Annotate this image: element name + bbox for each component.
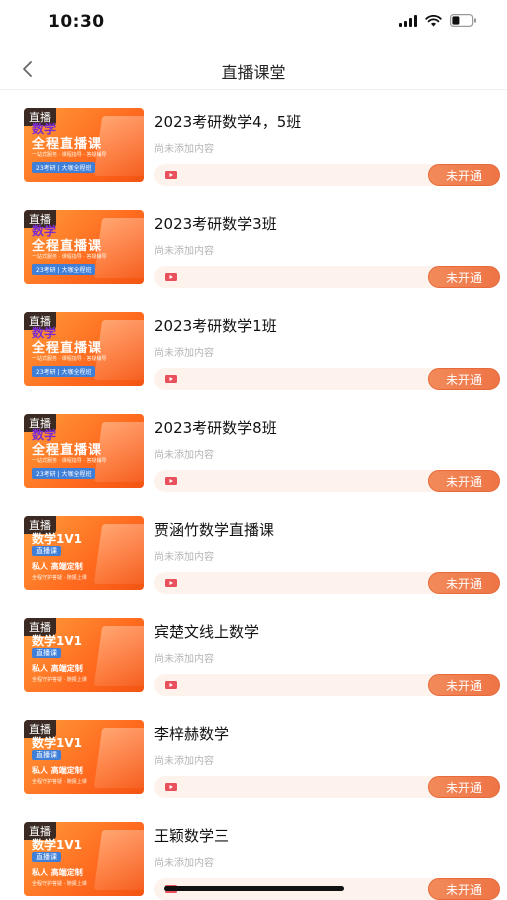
thumbnail-decoration — [93, 728, 144, 788]
course-subtitle: 尚未添加内容 — [154, 348, 214, 359]
thumbnail-badge: 23考研 | 大咖全程班 — [32, 366, 96, 377]
course-subtitle: 尚未添加内容 — [154, 858, 214, 869]
course-title[interactable]: 贾涵竹数学直播课 — [154, 519, 274, 540]
thumbnail-badge: 直播课 — [32, 852, 61, 862]
course-status-bar: 未开通 — [154, 674, 500, 696]
course-status-bar: 未开通 — [154, 368, 500, 390]
not-activated-button[interactable]: 未开通 — [428, 368, 500, 390]
course-status-bar: 未开通 — [154, 470, 500, 492]
course-title[interactable]: 李梓赫数学 — [154, 723, 229, 744]
course-title[interactable]: 2023考研数学3班 — [154, 213, 277, 234]
course-thumbnail[interactable]: 直播 数学1V1 直播课 私人 高端定制 全程守护答疑 · 随报上课 — [24, 618, 144, 692]
cellular-signal-icon — [399, 14, 417, 27]
course-item[interactable]: 直播 数学 全程直播课 一站式服务 · 课程指导 · 答疑辅导 23考研 | 大… — [0, 100, 507, 202]
course-thumbnail[interactable]: 直播 数学1V1 直播课 私人 高端定制 全程守护答疑 · 随报上课 — [24, 822, 144, 896]
course-item[interactable]: 直播 数学1V1 直播课 私人 高端定制 全程守护答疑 · 随报上课 李梓赫数学… — [0, 712, 507, 814]
thumbnail-decoration — [93, 626, 144, 686]
not-activated-button[interactable]: 未开通 — [428, 878, 500, 900]
course-subtitle: 尚未添加内容 — [154, 552, 214, 563]
course-title[interactable]: 2023考研数学8班 — [154, 417, 277, 438]
not-activated-button[interactable]: 未开通 — [428, 470, 500, 492]
thumbnail-features: 一站式服务 · 课程指导 · 答疑辅导 — [32, 356, 107, 362]
thumbnail-features: 一站式服务 · 课程指导 · 答疑辅导 — [32, 254, 107, 260]
course-list: 直播 数学 全程直播课 一站式服务 · 课程指导 · 答疑辅导 23考研 | 大… — [0, 100, 507, 900]
course-thumbnail[interactable]: 直播 数学 全程直播课 一站式服务 · 课程指导 · 答疑辅导 23考研 | 大… — [24, 210, 144, 284]
course-status-bar: 未开通 — [154, 776, 500, 798]
thumbnail-subject: 数学1V1 — [32, 634, 82, 648]
thumbnail-badge: 直播课 — [32, 546, 61, 556]
course-status-bar: 未开通 — [154, 572, 500, 594]
course-item[interactable]: 直播 数学 全程直播课 一站式服务 · 课程指导 · 答疑辅导 23考研 | 大… — [0, 406, 507, 508]
course-title[interactable]: 宾楚文线上数学 — [154, 621, 259, 642]
course-item[interactable]: 直播 数学 全程直播课 一站式服务 · 课程指导 · 答疑辅导 23考研 | 大… — [0, 202, 507, 304]
course-subtitle: 尚未添加内容 — [154, 246, 214, 257]
course-status-bar: 未开通 — [154, 164, 500, 186]
thumbnail-badge: 23考研 | 大咖全程班 — [32, 162, 96, 173]
thumbnail-features: 全程守护答疑 · 随报上课 — [32, 677, 87, 683]
thumbnail-badge: 23考研 | 大咖全程班 — [32, 468, 96, 479]
thumbnail-headline: 私人 高端定制 — [32, 664, 83, 673]
video-icon — [165, 783, 177, 791]
thumbnail-features: 全程守护答疑 · 随报上课 — [32, 779, 87, 785]
course-status-bar: 未开通 — [154, 266, 500, 288]
course-subtitle: 尚未添加内容 — [154, 756, 214, 767]
thumbnail-headline: 全程直播课 — [32, 443, 103, 458]
thumbnail-headline: 全程直播课 — [32, 239, 103, 254]
not-activated-button[interactable]: 未开通 — [428, 572, 500, 594]
course-thumbnail[interactable]: 直播 数学1V1 直播课 私人 高端定制 全程守护答疑 · 随报上课 — [24, 720, 144, 794]
thumbnail-features: 全程守护答疑 · 随报上课 — [32, 575, 87, 581]
video-icon — [165, 375, 177, 383]
wifi-icon — [425, 14, 442, 27]
thumbnail-features: 一站式服务 · 课程指导 · 答疑辅导 — [32, 458, 107, 464]
course-title[interactable]: 王颖数学三 — [154, 825, 229, 846]
course-subtitle: 尚未添加内容 — [154, 654, 214, 665]
status-icons — [399, 14, 477, 27]
home-indicator[interactable] — [164, 886, 344, 891]
course-title[interactable]: 2023考研数学4，5班 — [154, 111, 301, 132]
course-thumbnail[interactable]: 直播 数学 全程直播课 一站式服务 · 课程指导 · 答疑辅导 23考研 | 大… — [24, 414, 144, 488]
video-icon — [165, 477, 177, 485]
navigation-bar: 直播课堂 — [0, 50, 507, 90]
thumbnail-decoration — [93, 524, 144, 584]
battery-icon — [450, 14, 477, 27]
page-title: 直播课堂 — [221, 63, 286, 82]
thumbnail-headline: 私人 高端定制 — [32, 562, 83, 571]
video-icon — [165, 579, 177, 587]
course-title[interactable]: 2023考研数学1班 — [154, 315, 277, 336]
course-thumbnail[interactable]: 直播 数学1V1 直播课 私人 高端定制 全程守护答疑 · 随报上课 — [24, 516, 144, 590]
status-time: 10:30 — [48, 12, 105, 32]
course-thumbnail[interactable]: 直播 数学 全程直播课 一站式服务 · 课程指导 · 答疑辅导 23考研 | 大… — [24, 312, 144, 386]
video-icon — [165, 171, 177, 179]
not-activated-button[interactable]: 未开通 — [428, 674, 500, 696]
course-item[interactable]: 直播 数学1V1 直播课 私人 高端定制 全程守护答疑 · 随报上课 贾涵竹数学… — [0, 508, 507, 610]
thumbnail-headline: 私人 高端定制 — [32, 868, 83, 877]
course-subtitle: 尚未添加内容 — [154, 450, 214, 461]
thumbnail-subject: 数学1V1 — [32, 532, 82, 546]
not-activated-button[interactable]: 未开通 — [428, 266, 500, 288]
not-activated-button[interactable]: 未开通 — [428, 164, 500, 186]
thumbnail-decoration — [93, 830, 144, 890]
not-activated-button[interactable]: 未开通 — [428, 776, 500, 798]
thumbnail-headline: 全程直播课 — [32, 341, 103, 356]
course-item[interactable]: 直播 数学1V1 直播课 私人 高端定制 全程守护答疑 · 随报上课 宾楚文线上… — [0, 610, 507, 712]
course-thumbnail[interactable]: 直播 数学 全程直播课 一站式服务 · 课程指导 · 答疑辅导 23考研 | 大… — [24, 108, 144, 182]
thumbnail-badge: 直播课 — [32, 750, 61, 760]
status-bar: 10:30 — [0, 0, 507, 44]
thumbnail-features: 全程守护答疑 · 随报上课 — [32, 881, 87, 887]
thumbnail-badge: 23考研 | 大咖全程班 — [32, 264, 96, 275]
course-item[interactable]: 直播 数学 全程直播课 一站式服务 · 课程指导 · 答疑辅导 23考研 | 大… — [0, 304, 507, 406]
video-icon — [165, 273, 177, 281]
thumbnail-headline: 全程直播课 — [32, 137, 103, 152]
video-icon — [165, 681, 177, 689]
thumbnail-features: 一站式服务 · 课程指导 · 答疑辅导 — [32, 152, 107, 158]
thumbnail-subject: 数学1V1 — [32, 838, 82, 852]
course-subtitle: 尚未添加内容 — [154, 144, 214, 155]
thumbnail-subject: 数学1V1 — [32, 736, 82, 750]
thumbnail-headline: 私人 高端定制 — [32, 766, 83, 775]
thumbnail-badge: 直播课 — [32, 648, 61, 658]
